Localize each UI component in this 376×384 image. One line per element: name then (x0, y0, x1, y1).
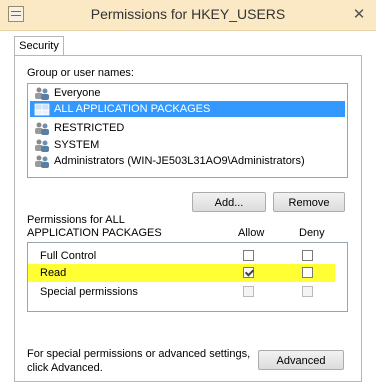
allow-checkbox (243, 286, 254, 297)
perm-name: Special permissions (40, 286, 138, 298)
user-name: SYSTEM (54, 139, 100, 151)
allow-checkbox[interactable] (243, 250, 254, 261)
permissions-list[interactable]: Full Control Read Special permissions (27, 242, 348, 312)
users-icon (35, 87, 49, 100)
permissions-scrollbar[interactable] (335, 243, 347, 311)
user-name: RESTRICTED (54, 122, 125, 134)
footer-text-line1: For special permissions or advanced sett… (27, 348, 251, 360)
deny-checkbox (302, 286, 313, 297)
close-button[interactable]: ✕ (350, 6, 368, 24)
perm-row-full-control: Full Control (28, 247, 347, 265)
perm-name: Full Control (40, 250, 97, 262)
permissions-label-line2: APPLICATION PACKAGES (27, 227, 162, 239)
allow-checkbox[interactable] (243, 267, 254, 278)
users-icon (35, 155, 49, 168)
advanced-button[interactable]: Advanced (258, 350, 344, 370)
user-name: ALL APPLICATION PACKAGES (54, 103, 211, 115)
window-title: Permissions for HKEY_USERS (90, 6, 286, 22)
deny-checkbox[interactable] (302, 250, 313, 261)
perm-row-read: Read (28, 264, 347, 282)
package-group-icon (34, 103, 50, 116)
remove-button[interactable]: Remove (273, 192, 345, 212)
group-names-label: Group or user names: (27, 67, 134, 79)
title-bar: Permissions for HKEY_USERS ✕ (0, 0, 376, 31)
deny-column-header: Deny (299, 227, 325, 239)
user-row-everyone[interactable]: Everyone (30, 85, 345, 101)
perm-row-special-permissions: Special permissions (28, 283, 347, 301)
footer-text-line2: click Advanced. (27, 362, 103, 374)
user-row-all-application-packages[interactable]: ALL APPLICATION PACKAGES (30, 101, 345, 117)
users-icon (35, 139, 49, 152)
users-icon (35, 122, 49, 135)
user-row-restricted[interactable]: RESTRICTED (30, 120, 345, 136)
add-button[interactable]: Add... (192, 192, 266, 212)
allow-column-header: Allow (238, 227, 265, 239)
perm-name: Read (40, 267, 67, 279)
permissions-label-line1: Permissions for ALL (27, 214, 125, 226)
user-name: Administrators (WIN-JE503L31AO9\Administ… (54, 155, 305, 167)
user-list[interactable]: Everyone ALL APPLICATION PACKAGES RESTRI… (27, 83, 348, 178)
user-row-administrators[interactable]: Administrators (WIN-JE503L31AO9\Administ… (30, 153, 345, 169)
user-row-system[interactable]: SYSTEM (30, 137, 345, 153)
user-name: Everyone (54, 87, 101, 99)
deny-checkbox[interactable] (302, 267, 313, 278)
tab-security[interactable]: Security (14, 36, 64, 55)
